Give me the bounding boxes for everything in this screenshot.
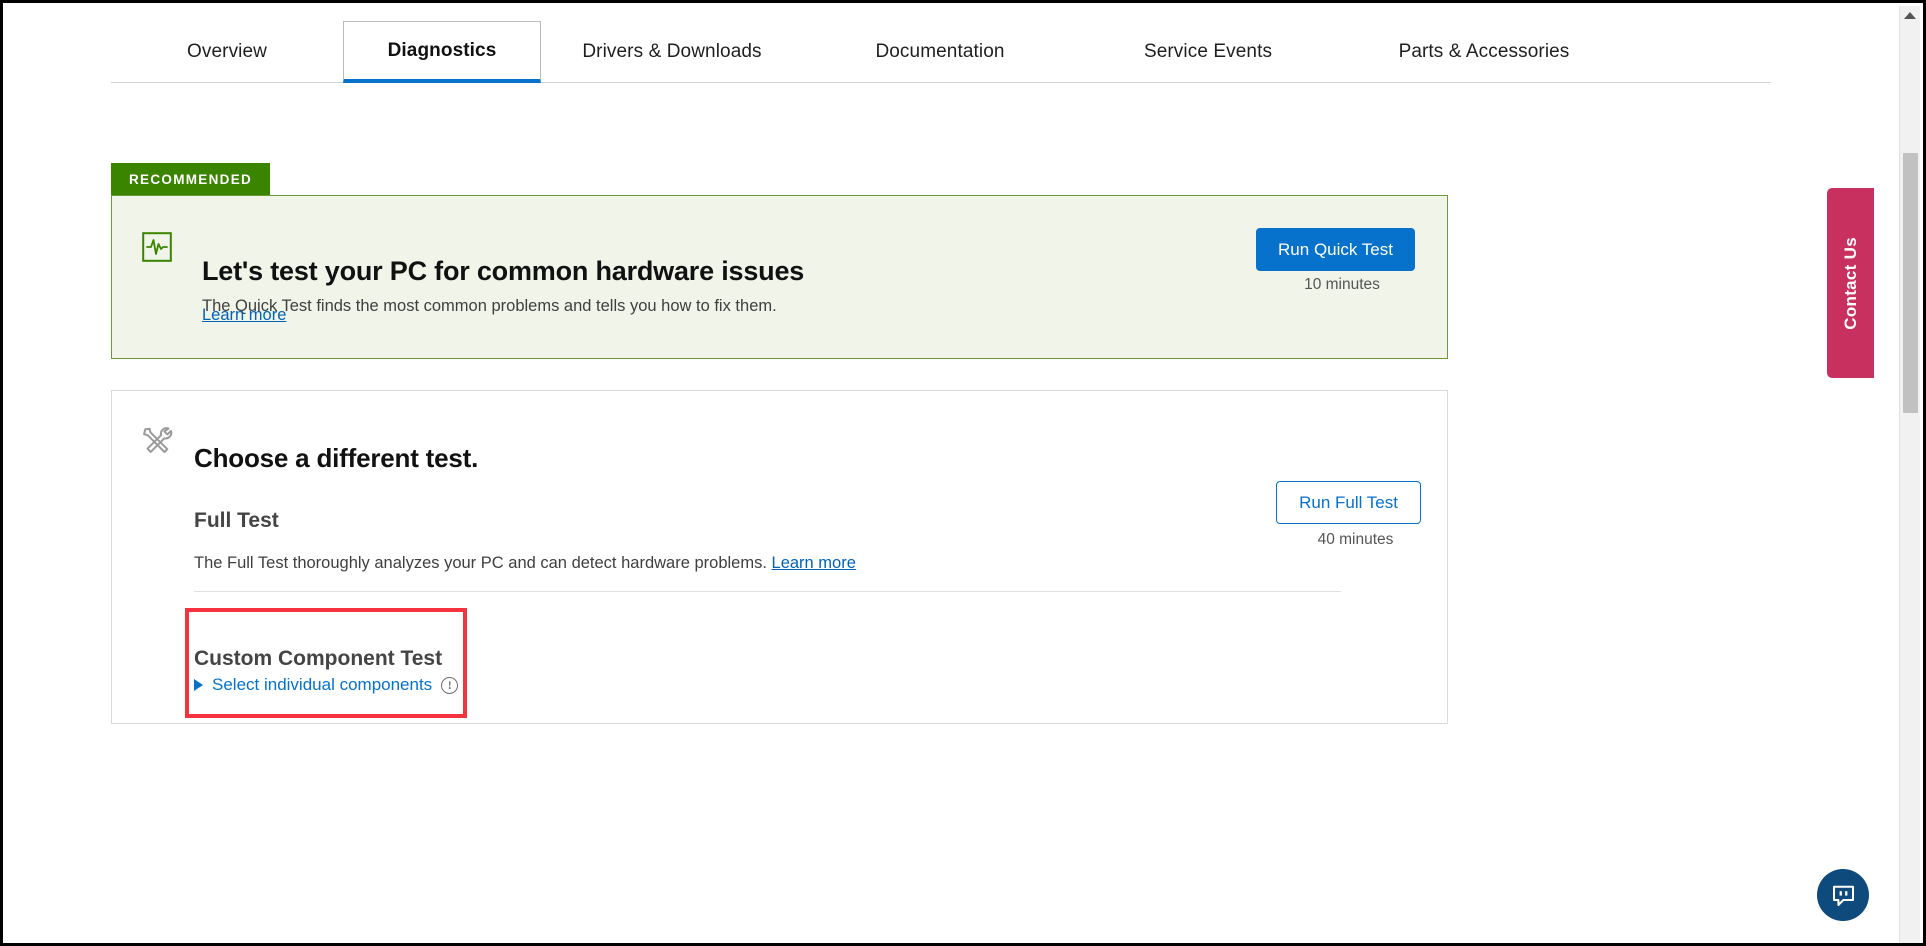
scroll-thumb[interactable] [1903, 153, 1918, 413]
tab-overview[interactable]: Overview [111, 21, 343, 82]
tab-diagnostics-label: Diagnostics [388, 40, 497, 62]
full-test-learn-more-link[interactable]: Learn more [772, 554, 856, 572]
tab-documentation[interactable]: Documentation [803, 21, 1077, 82]
pulse-monitor-icon [142, 232, 172, 262]
tab-overview-label: Overview [187, 41, 267, 63]
run-full-test-button[interactable]: Run Full Test [1276, 481, 1421, 524]
tab-drivers-downloads-label: Drivers & Downloads [582, 41, 761, 63]
contact-us-label: Contact Us [1841, 237, 1861, 330]
contact-us-tab[interactable]: Contact Us [1827, 188, 1874, 378]
quick-test-description: The Quick Test finds the most common pro… [202, 297, 777, 316]
select-individual-components-row[interactable]: Select individual components ! [194, 675, 458, 695]
choose-different-test-title: Choose a different test. [194, 443, 478, 474]
quick-test-duration: 10 minutes [1269, 276, 1415, 294]
tab-parts-accessories-label: Parts & Accessories [1399, 41, 1570, 63]
quick-test-title: Let's test your PC for common hardware i… [202, 256, 804, 287]
recommended-badge-label: RECOMMENDED [129, 172, 252, 187]
tab-service-events-label: Service Events [1144, 41, 1272, 63]
chevron-up-icon[interactable] [1904, 12, 1916, 19]
select-individual-components-link[interactable]: Select individual components [212, 675, 432, 695]
full-test-duration: 40 minutes [1290, 531, 1421, 549]
triangle-right-icon [194, 679, 203, 691]
chat-bubble-icon[interactable] [1817, 869, 1869, 921]
section-divider [194, 591, 1341, 592]
tab-diagnostics[interactable]: Diagnostics [343, 21, 541, 83]
custom-component-test-name: Custom Component Test [194, 647, 442, 671]
tab-drivers-downloads[interactable]: Drivers & Downloads [541, 21, 803, 82]
vertical-scrollbar[interactable] [1899, 6, 1920, 946]
full-test-description: The Full Test thoroughly analyzes your P… [194, 554, 767, 572]
run-quick-test-button[interactable]: Run Quick Test [1256, 228, 1415, 271]
tab-parts-accessories[interactable]: Parts & Accessories [1339, 21, 1629, 82]
info-circle-icon[interactable]: ! [441, 677, 458, 694]
quick-test-learn-more-link[interactable]: Learn more [202, 306, 286, 325]
product-nav-tabs: Overview Diagnostics Drivers & Downloads… [111, 21, 1771, 83]
browser-viewport: Overview Diagnostics Drivers & Downloads… [0, 0, 1926, 946]
quick-test-card: Let's test your PC for common hardware i… [111, 195, 1448, 359]
tools-wrench-screwdriver-icon [138, 421, 176, 459]
tab-documentation-label: Documentation [875, 41, 1004, 63]
tab-service-events[interactable]: Service Events [1077, 21, 1339, 82]
choose-different-test-card: Choose a different test. Full Test The F… [111, 390, 1448, 724]
full-test-description-row: The Full Test thoroughly analyzes your P… [194, 554, 856, 573]
recommended-badge: RECOMMENDED [111, 163, 270, 195]
full-test-name: Full Test [194, 509, 279, 533]
